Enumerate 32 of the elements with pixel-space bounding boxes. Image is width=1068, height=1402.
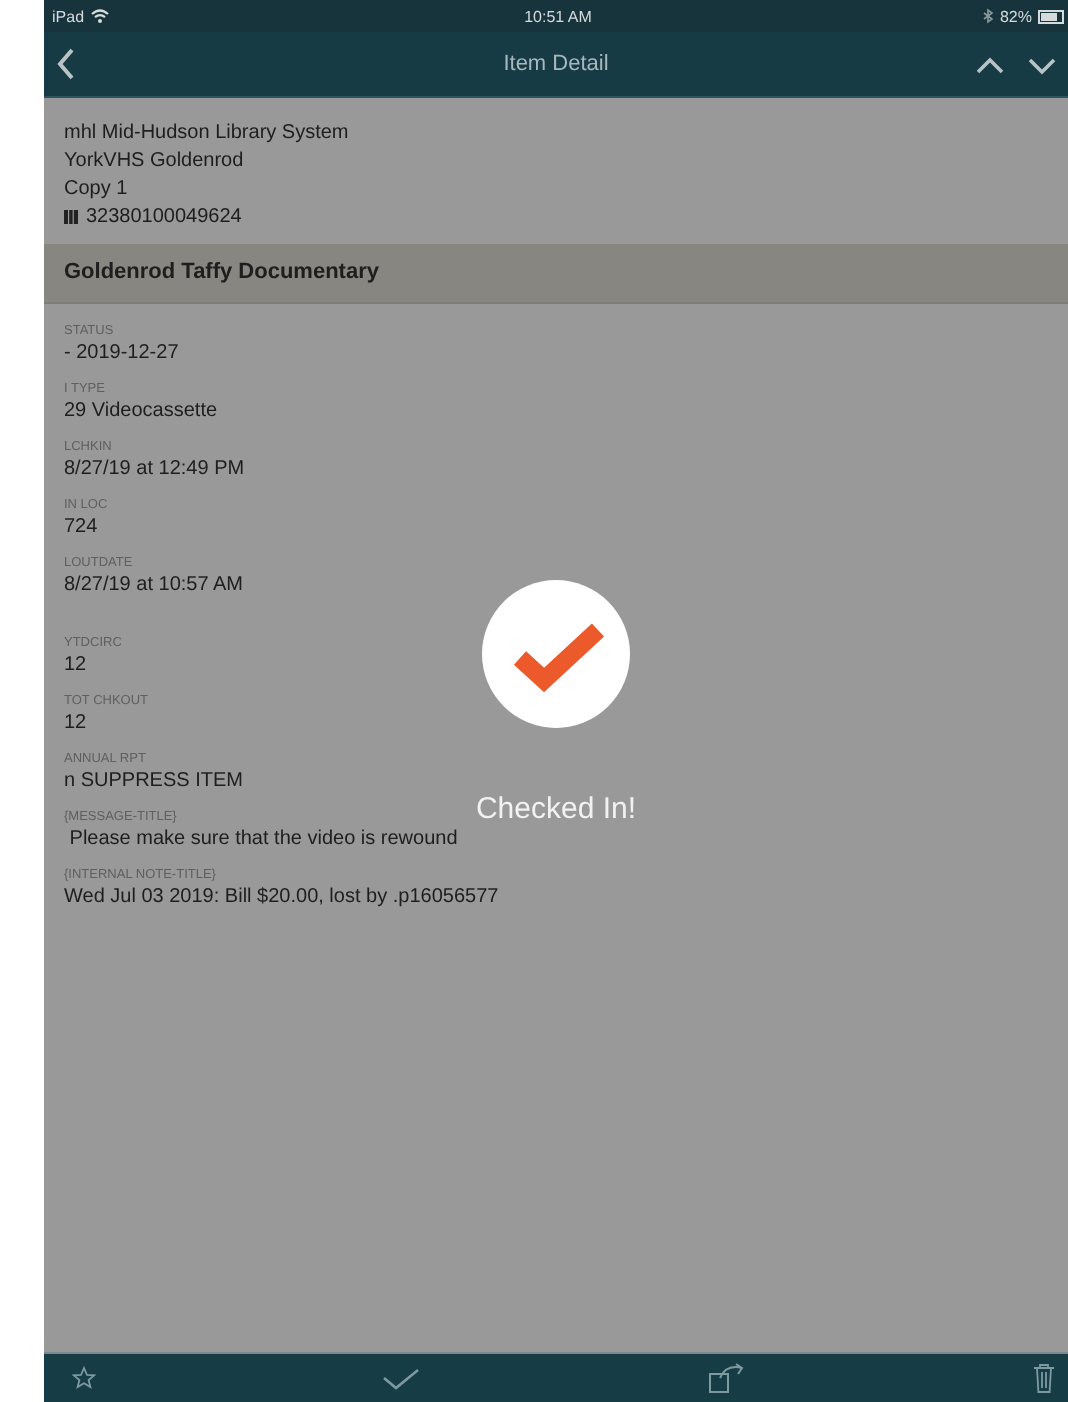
box-arrow-icon[interactable] <box>707 1362 746 1394</box>
header-line: mhl Mid-Hudson Library System <box>64 122 351 144</box>
chevron-up-icon[interactable] <box>976 53 1004 75</box>
barcode-icon <box>64 210 78 224</box>
field-value: 8/27/19 at 12:49 PM <box>64 458 245 480</box>
field-value: 29 Videocassette <box>64 400 218 422</box>
field-value: n SUPPRESS ITEM <box>64 770 243 792</box>
barcode-number: 32380100049624 <box>86 206 242 228</box>
battery-icon <box>1038 9 1064 23</box>
battery-percentage: 82% <box>999 7 1032 25</box>
field-value: 724 <box>64 516 98 538</box>
field-value: - 2019-12-27 <box>64 342 179 364</box>
field-value: Please make sure that the video is rewound <box>67 828 458 850</box>
header-line: Copy 1 <box>64 178 130 200</box>
trash-icon[interactable] <box>1031 1362 1056 1394</box>
toast-message: Checked In! <box>475 792 637 826</box>
header-line: YorkVHS Goldenrod <box>64 150 246 172</box>
device-name: iPad <box>52 7 85 25</box>
star-icon[interactable] <box>72 1366 96 1390</box>
clock-time: 10:51 AM <box>524 7 592 25</box>
field-value: 8/27/19 at 10:57 AM <box>64 574 244 596</box>
item-title: Goldenrod Taffy Documentary <box>44 244 1068 304</box>
checkmark-icon <box>482 580 630 728</box>
wifi-icon <box>90 8 111 24</box>
back-icon[interactable] <box>56 48 76 80</box>
field-value: 12 <box>64 654 87 676</box>
checkmark-icon[interactable] <box>382 1366 421 1390</box>
chevron-down-icon[interactable] <box>1028 53 1056 75</box>
field-value: Wed Jul 03 2019: Bill $20.00, lost by .p16056577 <box>64 886 499 908</box>
screen-title: Item Detail <box>501 52 611 76</box>
field-value: 12 <box>64 712 87 734</box>
bluetooth-icon <box>981 8 994 24</box>
